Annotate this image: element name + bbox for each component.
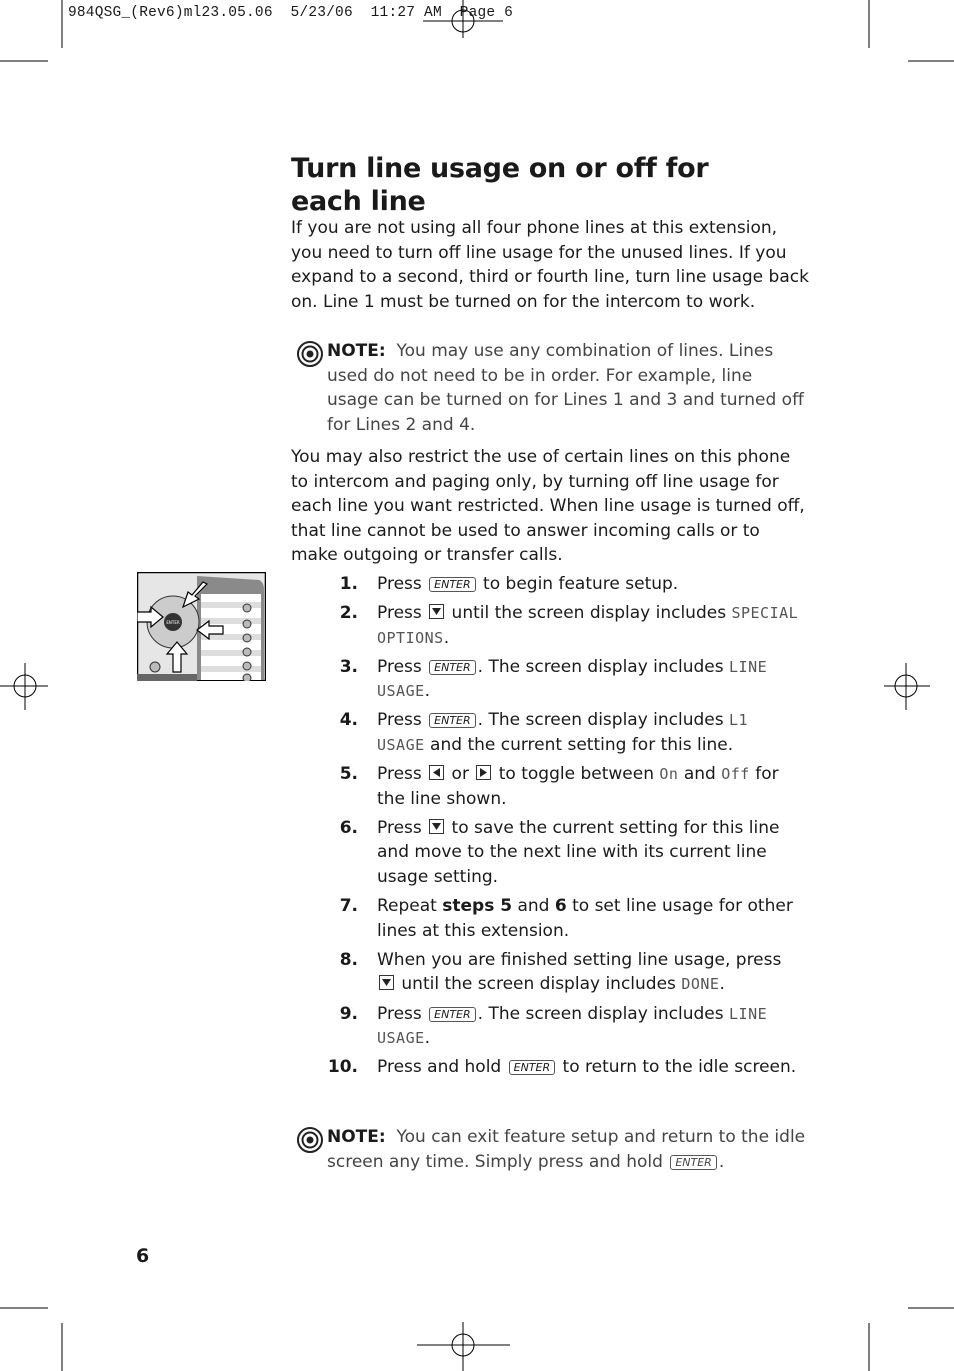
step-bold-text: 6 [554,896,567,917]
down-arrow-key-icon [429,818,445,834]
step-text: Press [377,574,428,594]
step-number: 10. [327,1057,358,1078]
note-target-icon [297,1127,323,1153]
step-number: 1. [339,574,358,594]
note-target-icon [297,341,323,367]
note-end: . [718,1151,725,1172]
step-text: or [446,764,475,785]
note-text: You can exit feature setup and return to… [327,1127,806,1172]
intro-paragraph: If you are not using all four phone line… [291,218,809,312]
enter-key-icon: ENTER [429,659,476,675]
enter-key-icon: ENTER [429,577,476,592]
step-text: When you are finished setting line usage… [377,949,782,970]
step-text: Press [377,710,428,731]
down-arrow-key-icon [379,975,394,991]
step-number: 6. [339,817,358,838]
step-text: . [443,627,450,648]
step-text: Press [377,764,428,785]
print-slug: 984QSG_(Rev6)ml23.05.06 5/23/06 11:27 AM… [68,5,514,21]
step-item: 7. Repeat steps 5 and 6 to set line usage… [320,894,800,943]
step-number: 5. [339,764,358,785]
display-text: DONE [681,975,720,994]
step-text: . The screen display includes [477,710,730,731]
step-item: 9. Press ENTER. The screen display includ… [320,1002,800,1051]
step-text: to begin feature setup. [477,574,679,594]
step-text: . The screen display includes [477,1003,730,1024]
display-text: Off [721,765,750,784]
note-label: NOTE: [327,1127,386,1147]
step-text: Press [377,1003,428,1024]
step-text: until the screen display includes [396,974,682,995]
step-item: 10. Press and hold ENTER to return to the… [320,1055,800,1080]
step-text: . [424,681,431,702]
step-number: 4. [339,710,358,731]
step-number: 2. [339,603,358,624]
down-arrow-key-icon [429,604,445,620]
step-item: 8. When you are finished setting line usa… [320,948,800,997]
step-text: Press [377,656,428,677]
enter-key-label: ENTER [166,620,179,625]
step-number: 9. [339,1003,358,1024]
step-number: 8. [339,949,358,970]
step-text: and [678,764,722,785]
right-arrow-key-icon [476,765,492,781]
step-text: . The screen display includes [477,656,730,677]
note-label: NOTE: [327,341,386,361]
step-text: . [719,974,725,995]
enter-key-icon: ENTER [508,1060,556,1076]
step-text: Repeat [377,896,443,917]
left-arrow-key-icon [429,765,445,781]
step-bold-text: steps 5 [442,896,513,917]
step-text: Press [377,817,428,838]
page-title: Turn line usage on or off for each line [291,153,709,217]
step-item: 1. Press ENTER to begin feature setup. [320,572,800,597]
display-text: On [659,765,679,784]
note-1: NOTE: You may use any combination of lin… [297,339,807,437]
page-number: 6 [136,1245,150,1267]
step-text: Press [377,603,428,624]
step-text: . [424,1028,431,1049]
enter-key-icon: ENTER [670,1154,717,1170]
note-text: You may use any combination of lines. Li… [327,341,804,435]
phone-keypad-illustration: ENTER [137,572,266,681]
step-text: until the screen display includes [446,603,732,624]
step-text: to return to the idle screen. [557,1057,797,1078]
step-text: and [512,896,555,917]
step-text: to toggle between [493,764,660,785]
step-item: 2. Press until the screen display include… [320,601,800,650]
step-item: 5. Press or to toggle between On and Off … [320,762,800,811]
step-text: and the current setting for this line. [424,735,734,756]
steps-list: 1. Press ENTER to begin feature setup. 2. P… [320,572,800,1084]
step-number: 7. [339,896,358,917]
restrict-paragraph: You may also restrict the use of certain… [291,447,805,566]
step-item: 6. Press to save the current setting for … [320,816,800,890]
enter-key-icon: ENTER [429,713,476,729]
step-item: 4. Press ENTER. The screen display includ… [320,708,800,757]
enter-key-icon: ENTER [429,1006,476,1022]
step-text: Press and hold [377,1057,507,1078]
step-number: 3. [339,656,358,677]
step-item: 3. Press ENTER. The screen display includ… [320,655,800,704]
note-2: NOTE: You can exit feature setup and ret… [297,1125,807,1174]
